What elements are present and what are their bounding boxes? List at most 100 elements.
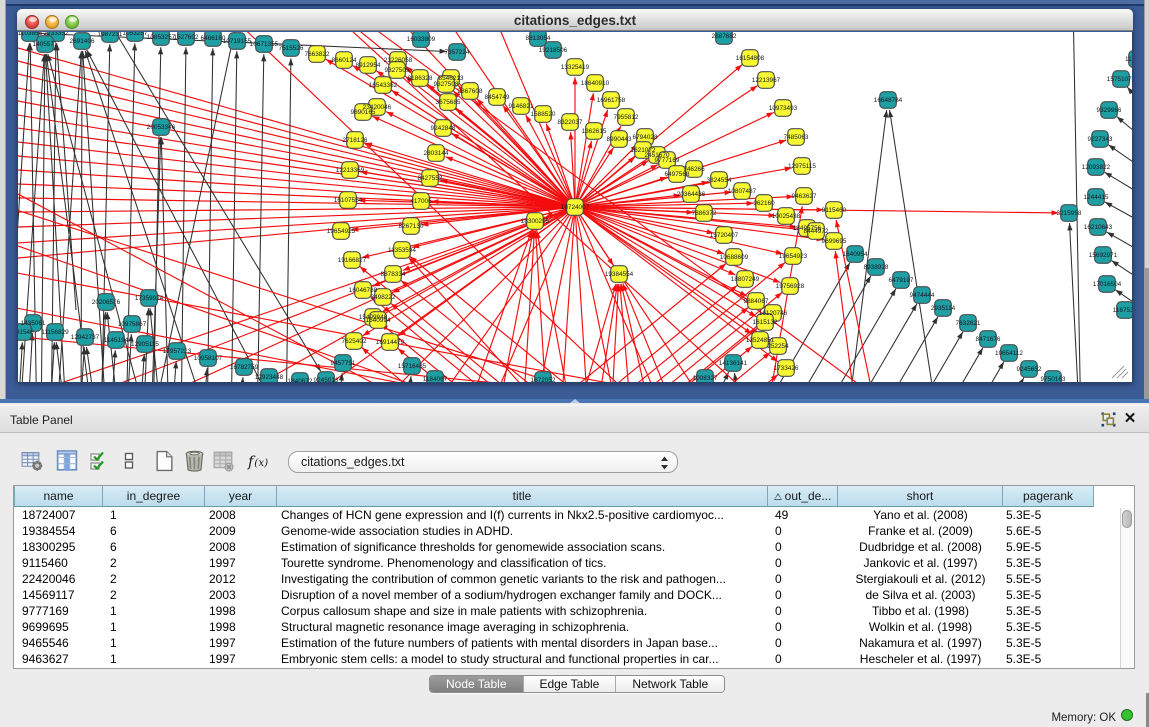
table-row[interactable]: 2242004622012Investigating the contribut… [14,572,1094,588]
svg-text:391546: 391546 [18,329,34,336]
row-height-icon[interactable] [123,450,135,472]
svg-text:9329966: 9329966 [1097,107,1122,114]
table-row[interactable]: 1938455462009Genome-wide association stu… [14,524,1094,540]
cell-name: 14569117 [14,588,103,604]
svg-text:9327508: 9327508 [434,81,459,88]
citation-network-graph: 1103855223335214055712691406198723110532… [18,32,1132,383]
table-row[interactable]: 911546021997Tourette syndrome. Phenomeno… [14,556,1094,572]
tab-network-table[interactable]: Network Table [616,676,724,692]
svg-text:17016504: 17016504 [1093,281,1122,288]
table-row[interactable]: 977716911998Corpus callosum shape and si… [14,604,1094,620]
float-panel-icon[interactable] [1101,412,1116,427]
svg-text:1008327: 1008327 [693,375,718,382]
svg-text:1112640: 1112640 [1125,56,1132,63]
table-row[interactable]: 1872400712008Changes of HCN gene express… [14,508,1094,524]
svg-text:18724007: 18724007 [561,204,590,211]
svg-text:252254: 252254 [767,343,789,350]
svg-text:2935114: 2935114 [931,305,956,312]
svg-text:7886372: 7886372 [692,210,717,217]
delete-trash-icon[interactable] [184,450,205,472]
svg-text:2687682: 2687682 [712,33,737,40]
svg-text:19166827: 19166827 [338,257,367,264]
cell-short: Nakamura et al. (1997) [838,636,1003,652]
svg-text:1733426: 1733426 [774,365,799,372]
cell-year: 1997 [205,636,277,652]
table-row[interactable]: 969969511998Structural magnetic resonanc… [14,620,1094,636]
svg-text:1184067: 1184067 [423,376,448,383]
svg-text:10688609: 10688609 [720,254,749,261]
table-settings-icon[interactable] [21,450,43,472]
svg-text:15692971: 15692971 [1089,252,1118,259]
column-visibility-icon[interactable] [56,450,78,472]
table-selector-combobox[interactable]: citations_edges.txt [288,451,678,473]
network-window-title: citations_edges.txt [17,13,1133,28]
svg-text:10671355: 10671355 [250,41,279,48]
table-row[interactable]: 946554611997Estimation of the future num… [14,636,1094,652]
svg-text:20364436: 20364436 [677,191,706,198]
cell-in_degree: 1 [103,652,205,668]
cell-out_de: 0 [768,588,838,604]
svg-text:7485063: 7485063 [784,134,809,141]
close-panel-icon[interactable]: ✕ [1122,411,1138,427]
cell-pagerank: 5.3E-5 [1003,636,1094,652]
cell-in_degree: 6 [103,540,205,556]
svg-text:8454749: 8454749 [485,94,510,101]
row-select-icon[interactable] [89,450,108,472]
table-toolbar: f (x) citations_edges.txt [0,434,1149,486]
table-panel-titlebar[interactable]: Table Panel ✕ [0,405,1149,433]
cell-name: 22420046 [14,572,103,588]
svg-text:10973493: 10973493 [769,105,798,112]
svg-text:9699695: 9699695 [822,238,847,245]
delete-table-icon[interactable] [212,450,235,472]
svg-text:9245652: 9245652 [1017,366,1042,373]
canvas-resize-grip-icon[interactable] [1110,364,1130,380]
cell-title: Embryonic stem cells: a model to study s… [277,652,768,668]
table-vertical-scrollbar[interactable] [1120,508,1133,668]
table-row[interactable]: 946362711997Embryonic stem cells: a mode… [14,652,1094,668]
cell-out_de: 0 [768,572,838,588]
cell-year: 2012 [205,572,277,588]
svg-text:12213369: 12213369 [336,167,365,174]
table-scrollbar-thumb[interactable] [1122,510,1132,528]
column-header-year[interactable]: year [205,486,277,507]
svg-text:16107554: 16107554 [334,197,363,204]
cell-out_de: 0 [768,540,838,556]
cell-title: Changes of HCN gene expression and I(f) … [277,508,768,524]
svg-text:17359924: 17359924 [135,295,164,302]
left-splitter-gutter[interactable] [0,0,6,403]
column-header-short[interactable]: short [838,486,1003,507]
cell-in_degree: 2 [103,572,205,588]
svg-text:2803144: 2803144 [424,150,449,157]
cell-out_de: 49 [768,508,838,524]
column-header-pagerank[interactable]: pagerank [1003,486,1094,507]
svg-text:16210643: 16210643 [1084,224,1113,231]
column-header-title[interactable]: title [277,486,768,507]
svg-text:1103855: 1103855 [18,32,43,37]
column-header-in_degree[interactable]: in_degree [103,486,205,507]
cell-pagerank: 5.3E-5 [1003,604,1094,620]
table-row[interactable]: 1456911722003Disruption of a novel membe… [14,588,1094,604]
function-builder-icon[interactable]: f (x) [247,453,274,471]
cell-title: Genome-wide association studies in ADHD. [277,524,768,540]
network-canvas[interactable]: 1103855223335214055712691406198723110532… [17,32,1133,383]
column-header-name[interactable]: name [14,486,103,507]
table-row[interactable]: 1830029562008Estimation of significance … [14,540,1094,556]
table-panel-title: Table Panel [10,413,73,427]
tab-node-table[interactable]: Node Table [430,676,524,692]
svg-text:11156829: 11156829 [41,329,69,336]
cell-title: Estimation of the future numbers of pati… [277,636,768,652]
new-file-icon[interactable] [155,450,174,472]
right-splitter-gutter[interactable] [1144,0,1149,403]
svg-text:7625402: 7625402 [342,338,367,345]
network-window-titlebar[interactable]: citations_edges.txt [17,9,1133,31]
svg-text:1145194: 1145194 [104,337,129,344]
svg-text:9245013: 9245013 [314,377,339,383]
cell-pagerank: 5.3E-5 [1003,620,1094,636]
svg-text:12213967: 12213967 [752,77,781,84]
cell-name: 9465546 [14,636,103,652]
column-header-out_de[interactable]: out_de... [768,486,838,507]
cell-out_de: 0 [768,556,838,572]
cell-short: Franke et al. (2009) [838,524,1003,540]
tab-edge-table[interactable]: Edge Table [524,676,617,692]
svg-text:18640910: 18640910 [581,80,610,87]
